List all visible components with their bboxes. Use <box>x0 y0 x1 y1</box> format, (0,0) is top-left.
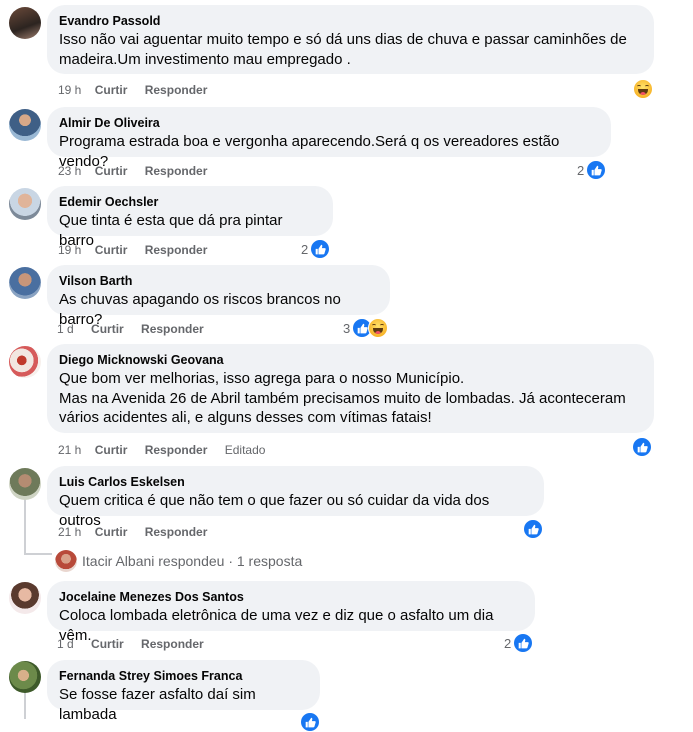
comment-time[interactable]: 19 h <box>58 242 81 258</box>
avatar <box>55 550 77 572</box>
like-button[interactable]: Curtir <box>91 321 124 337</box>
comment-author[interactable]: Fernanda Strey Simoes Franca <box>59 668 308 684</box>
comment-bubble: Jocelaine Menezes Dos Santos Coloca lomb… <box>47 581 535 644</box>
comment-text: Que bom ver melhorias, isso agrega para … <box>59 370 626 426</box>
avatar[interactable] <box>9 346 41 378</box>
thumbs-up-icon <box>586 160 607 180</box>
thumbs-up-icon <box>523 519 543 539</box>
reply-button[interactable]: Responder <box>141 321 204 337</box>
comment-actions: 21 h Curtir Responder <box>58 524 207 540</box>
avatar[interactable] <box>9 468 41 500</box>
reaction-summary[interactable]: 2 <box>301 239 331 259</box>
thumbs-up-icon <box>513 633 534 653</box>
avatar[interactable] <box>9 188 41 220</box>
comment-bubble: Vilson Barth As chuvas apagando os risco… <box>47 265 390 328</box>
comment-time[interactable]: 1 d <box>57 636 74 652</box>
like-button[interactable]: Curtir <box>95 163 128 179</box>
reply-button[interactable]: Responder <box>145 242 208 258</box>
view-replies-link[interactable]: Itacir Albani respondeu · 1 resposta <box>55 550 302 572</box>
comment-time[interactable]: 23 h <box>58 163 81 179</box>
comment-bubble: Almir De Oliveira Programa estrada boa e… <box>47 107 611 170</box>
comment-time[interactable]: 21 h <box>58 524 81 540</box>
comment-author[interactable]: Almir De Oliveira <box>59 115 599 131</box>
avatar[interactable] <box>9 109 41 141</box>
comment-bubble: Diego Micknowski Geovana Que bom ver mel… <box>47 344 654 433</box>
laughing-face-icon <box>368 318 389 338</box>
avatar[interactable] <box>9 267 41 299</box>
reaction-summary[interactable]: 3 <box>343 318 389 338</box>
comment-actions: 1 d Curtir Responder <box>57 636 204 652</box>
like-button[interactable]: Curtir <box>95 242 128 258</box>
reply-button[interactable]: Responder <box>145 524 208 540</box>
thread-line <box>24 692 26 719</box>
comment-author[interactable]: Vilson Barth <box>59 273 378 289</box>
thread-connector <box>24 553 52 555</box>
comment-author[interactable]: Jocelaine Menezes Dos Santos <box>59 589 523 605</box>
reply-button[interactable]: Responder <box>145 163 208 179</box>
avatar[interactable] <box>9 582 41 614</box>
comment-text: Se fosse fazer asfalto daí sim lambada <box>59 686 256 723</box>
comment-actions: 21 h Curtir Responder Editado <box>58 442 265 458</box>
thumbs-up-icon <box>310 239 331 259</box>
comment-author[interactable]: Luis Carlos Eskelsen <box>59 474 532 490</box>
comment-bubble: Luis Carlos Eskelsen Quem critica é que … <box>47 466 544 529</box>
comment-actions: 23 h Curtir Responder <box>58 163 207 179</box>
reaction-count: 2 <box>301 241 309 257</box>
comment-time[interactable]: 19 h <box>58 82 81 98</box>
thread-line <box>24 499 26 555</box>
comment-time[interactable]: 1 d <box>57 321 74 337</box>
like-button[interactable]: Curtir <box>95 82 128 98</box>
reaction-count: 2 <box>504 635 512 651</box>
comment-author[interactable]: Diego Micknowski Geovana <box>59 352 642 368</box>
comment-time[interactable]: 21 h <box>58 442 81 458</box>
like-button[interactable]: Curtir <box>95 524 128 540</box>
comment-author[interactable]: Evandro Passold <box>59 13 642 29</box>
reaction-summary[interactable]: 2 <box>577 160 607 180</box>
reaction-summary[interactable]: 2 <box>504 633 534 653</box>
thumbs-up-icon <box>632 437 652 457</box>
thumbs-up-icon <box>300 712 320 732</box>
reaction-summary[interactable] <box>632 437 652 457</box>
reaction-count: 2 <box>577 162 585 178</box>
avatar[interactable] <box>9 7 41 39</box>
comment-actions: 19 h Curtir Responder <box>58 82 207 98</box>
comment-actions: 1 d Curtir Responder <box>57 321 204 337</box>
comment-actions: 19 h Curtir Responder <box>58 242 207 258</box>
reply-button[interactable]: Responder <box>141 636 204 652</box>
reaction-summary[interactable] <box>300 712 320 732</box>
reply-button[interactable]: Responder <box>145 442 208 458</box>
comment-author[interactable]: Edemir Oechsler <box>59 194 321 210</box>
like-button[interactable]: Curtir <box>95 442 128 458</box>
reply-button[interactable]: Responder <box>145 82 208 98</box>
reaction-count: 3 <box>343 320 351 336</box>
comment-bubble: Fernanda Strey Simoes Franca Se fosse fa… <box>47 660 320 723</box>
reaction-summary[interactable] <box>633 79 653 99</box>
view-replies-text[interactable]: Itacir Albani respondeu · 1 resposta <box>82 553 302 569</box>
comment-bubble: Evandro Passold Isso não vai aguentar mu… <box>47 5 654 74</box>
edited-label: Editado <box>224 443 266 457</box>
reaction-summary[interactable] <box>523 519 543 539</box>
like-button[interactable]: Curtir <box>91 636 124 652</box>
laughing-face-icon <box>633 79 653 99</box>
avatar[interactable] <box>9 661 41 693</box>
comment-bubble: Edemir Oechsler Que tinta é esta que dá … <box>47 186 333 249</box>
comment-text: Isso não vai aguentar muito tempo e só d… <box>59 31 627 68</box>
